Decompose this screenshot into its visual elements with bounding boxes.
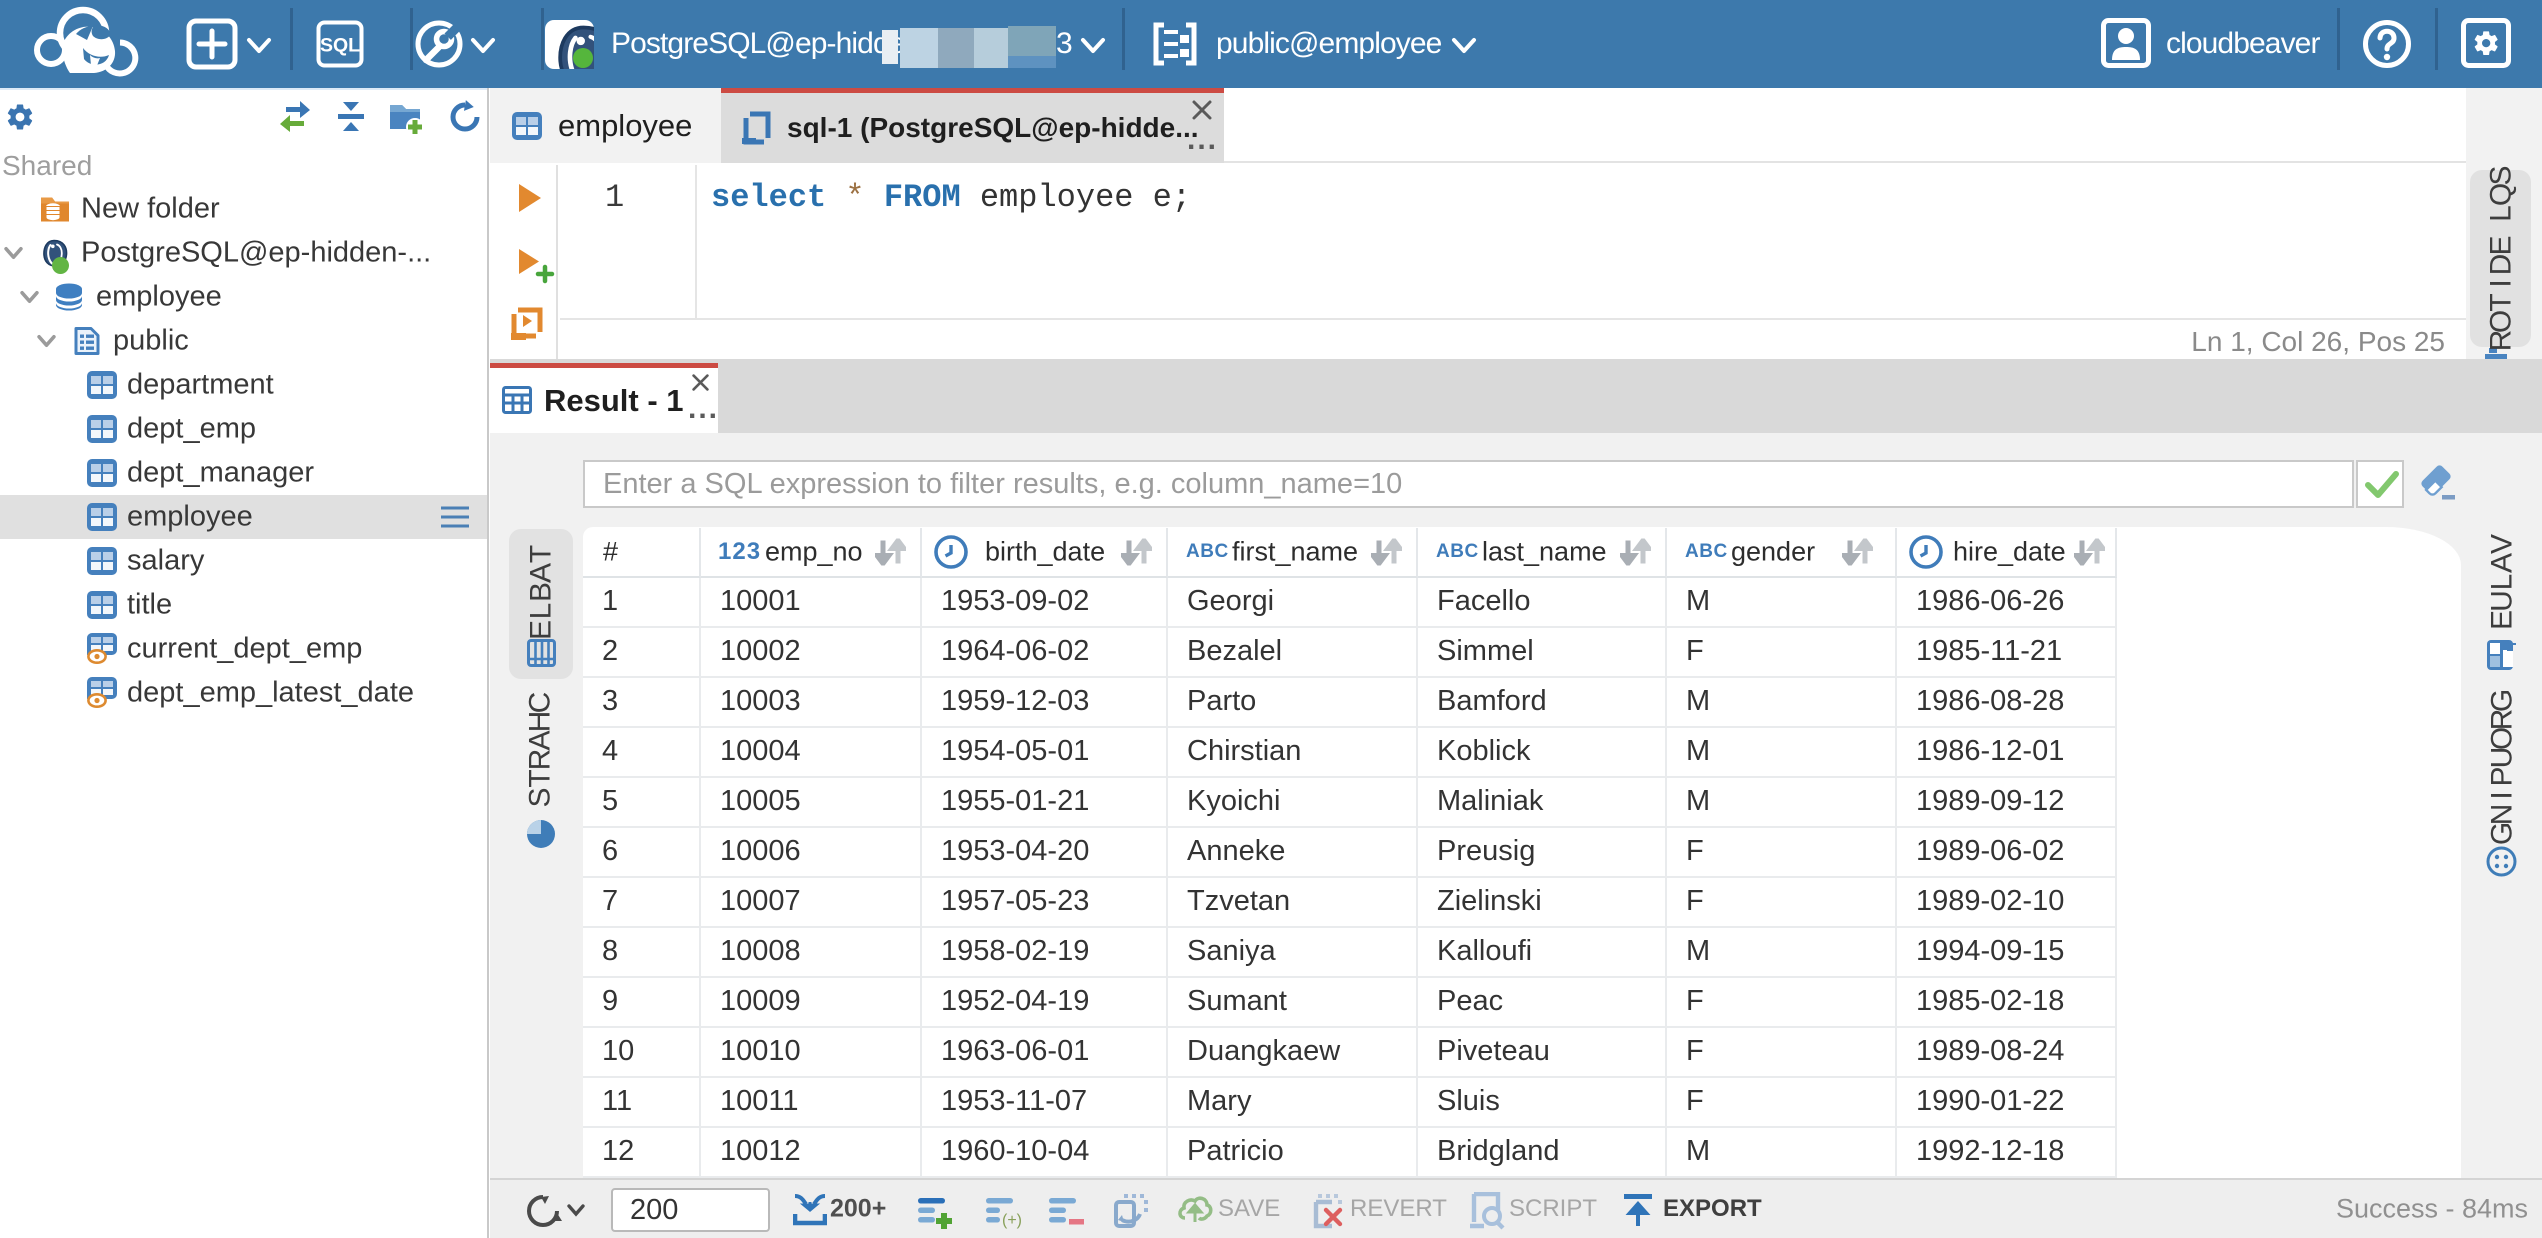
svg-text:(+): (+) <box>1002 1212 1022 1229</box>
svg-text:SQL: SQL <box>320 35 360 57</box>
